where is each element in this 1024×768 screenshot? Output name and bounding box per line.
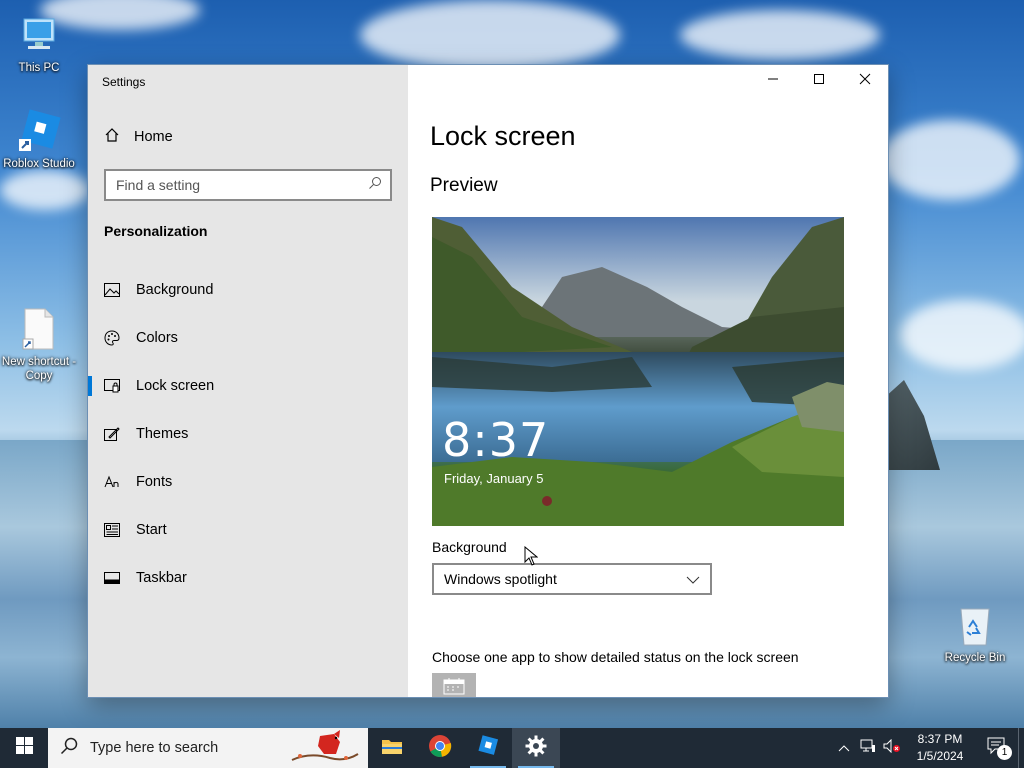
nav-home[interactable]: Home [104,127,173,147]
maximize-icon [813,72,825,90]
background-dropdown[interactable]: Windows spotlight [432,563,712,595]
background-dropdown-value: Windows spotlight [444,571,557,587]
lock-screen-icon [104,378,120,394]
sidebar-item-label: Lock screen [136,378,215,394]
folder-icon [381,737,403,760]
cloud [880,120,1020,200]
settings-content: Lock screen Preview 8:37 Friday, January… [408,65,888,697]
chevron-down-icon [686,571,700,587]
system-tray: 8:37 PM 1/5/2024 1 [832,728,1024,768]
taskbar-search-placeholder: Type here to search [90,740,219,756]
file-shortcut-icon [16,306,62,352]
nav-home-label: Home [134,129,173,145]
sidebar-item-themes[interactable]: Themes [88,414,408,454]
settings-window: Settings Home Personalization Background [88,65,888,697]
sidebar-item-background[interactable]: Background [88,270,408,310]
sidebar-item-label: Start [136,522,167,538]
preview-date: Friday, January 5 [444,471,544,486]
desktop-icon-this-pc[interactable]: This PC [1,12,77,75]
cloud [900,300,1024,370]
gear-icon [525,735,547,762]
windows-logo-icon [15,737,33,759]
cloud [360,0,620,70]
cloud [0,170,90,210]
desktop-icon-label: Recycle Bin [944,652,1006,664]
preview-heading: Preview [430,175,498,196]
volume-muted-icon [883,738,901,758]
cloud [680,10,880,60]
fonts-icon [104,474,120,490]
close-button[interactable] [842,65,888,97]
sidebar-item-colors[interactable]: Colors [88,318,408,358]
sidebar-item-lock-screen[interactable]: Lock screen [88,366,408,406]
bird-highlight-icon [290,728,360,768]
palette-icon [104,330,120,346]
find-setting-input[interactable] [116,177,356,193]
tray-network-button[interactable] [856,739,880,758]
home-icon [104,127,120,147]
taskbar: Type here to search 8:37 PM 1/5/2024 1 [0,728,1024,768]
calendar-icon [443,677,465,698]
mouse-cursor [524,545,539,571]
taskbar-settings[interactable] [512,728,560,768]
chevron-up-icon [838,739,850,757]
desktop-icon-recycle-bin[interactable]: Recycle Bin [937,602,1013,665]
background-label: Background [432,539,507,555]
search-icon [368,176,382,195]
picture-icon [104,282,120,298]
taskbar-file-explorer[interactable] [368,728,416,768]
sidebar-item-label: Themes [136,426,189,442]
taskbar-roblox-studio[interactable] [464,728,512,768]
window-title: Settings [102,75,146,89]
desktop-icon-new-shortcut-copy[interactable]: New shortcut - Copy [1,306,77,383]
taskbar-date: 1/5/2024 [916,749,964,763]
page-title: Lock screen [430,121,576,151]
roblox-studio-icon [16,108,62,154]
tray-volume-button[interactable] [880,738,904,758]
tray-overflow-button[interactable] [832,739,856,757]
preview-clock: 8:37 [442,413,550,467]
taskbar-chrome[interactable] [416,728,464,768]
taskbar-clock[interactable]: 8:37 PM 1/5/2024 [904,731,976,765]
find-setting-search[interactable] [104,169,392,201]
sidebar-item-start[interactable]: Start [88,510,408,550]
action-center-button[interactable]: 1 [976,737,1018,760]
themes-icon [104,426,120,442]
chrome-icon [428,734,452,763]
settings-sidebar: Settings Home Personalization Background [88,65,408,697]
start-button[interactable] [0,728,48,768]
computer-icon [16,12,62,58]
section-title-personalization: Personalization [104,223,208,239]
detailed-status-label: Choose one app to show detailed status o… [432,649,799,665]
sidebar-item-label: Background [136,282,214,298]
sidebar-item-label: Taskbar [136,570,187,586]
sidebar-item-label: Colors [136,330,178,346]
detailed-status-app-button[interactable] [432,673,476,697]
network-icon [860,739,876,758]
recycle-bin-icon [952,602,998,648]
search-icon [60,737,78,759]
show-desktop-button[interactable] [1018,728,1024,768]
maximize-button[interactable] [796,65,842,97]
taskbar-icon [104,570,120,586]
taskbar-search-box[interactable]: Type here to search [48,728,368,768]
sidebar-item-fonts[interactable]: Fonts [88,462,408,502]
desktop-icon-roblox-studio[interactable]: Roblox Studio [1,108,77,171]
minimize-icon [767,72,779,90]
start-icon [104,522,120,538]
minimize-button[interactable] [750,65,796,97]
sidebar-item-label: Fonts [136,474,173,490]
notification-count-badge: 1 [997,744,1012,760]
roblox-studio-icon [476,734,500,763]
lock-screen-preview: 8:37 Friday, January 5 [432,217,844,526]
taskbar-time: 8:37 PM [917,732,963,746]
desktop-icon-label: Roblox Studio [3,158,75,170]
desktop-icon-label: New shortcut - Copy [1,356,77,382]
close-icon [859,72,871,90]
sidebar-item-taskbar[interactable]: Taskbar [88,558,408,598]
desktop-icon-label: This PC [18,62,60,74]
